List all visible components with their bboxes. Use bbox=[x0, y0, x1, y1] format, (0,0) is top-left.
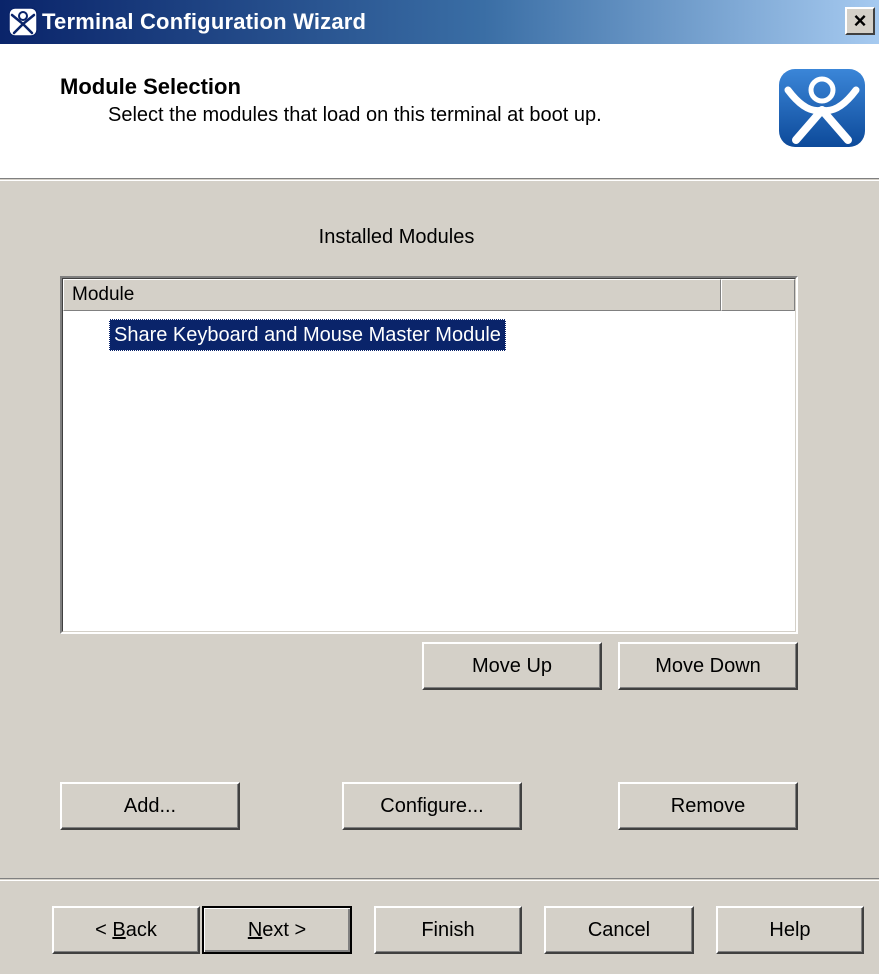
back-prefix: < bbox=[95, 918, 113, 941]
next-rest: ext > bbox=[262, 918, 307, 941]
thinmanager-logo-icon bbox=[6, 5, 40, 39]
add-button[interactable]: Add... bbox=[60, 782, 240, 830]
help-button[interactable]: Help bbox=[716, 906, 864, 954]
move-up-button[interactable]: Move Up bbox=[422, 642, 602, 690]
listview-frame: Module Share Keyboard and Mouse Master M… bbox=[62, 278, 796, 632]
installed-modules-label: Installed Modules bbox=[0, 226, 879, 249]
thinmanager-logo-icon bbox=[776, 66, 868, 150]
header-divider bbox=[0, 178, 879, 181]
back-button[interactable]: < Back bbox=[52, 906, 200, 954]
footer-divider bbox=[0, 878, 879, 881]
remove-button[interactable]: Remove bbox=[618, 782, 798, 830]
back-mnemonic: B bbox=[112, 918, 126, 941]
move-down-button[interactable]: Move Down bbox=[618, 642, 798, 690]
next-mnemonic: N bbox=[247, 918, 263, 941]
listview-header: Module bbox=[63, 279, 795, 311]
finish-button[interactable]: Finish bbox=[374, 906, 522, 954]
column-header-empty[interactable] bbox=[721, 279, 795, 311]
list-item[interactable]: Share Keyboard and Mouse Master Module bbox=[109, 319, 506, 351]
page-title: Module Selection bbox=[60, 74, 241, 99]
back-rest: ack bbox=[125, 918, 157, 941]
wizard-header: Module Selection Select the modules that… bbox=[0, 44, 879, 178]
cancel-button[interactable]: Cancel bbox=[544, 906, 694, 954]
configure-button[interactable]: Configure... bbox=[342, 782, 522, 830]
modules-listview[interactable]: Module Share Keyboard and Mouse Master M… bbox=[60, 276, 798, 634]
installed-modules-caption: Installed Modules bbox=[318, 226, 475, 248]
title-bar: Terminal Configuration Wizard × bbox=[0, 0, 879, 44]
close-button[interactable]: × bbox=[845, 7, 875, 35]
column-header-module[interactable]: Module bbox=[63, 279, 721, 311]
window-title: Terminal Configuration Wizard bbox=[42, 9, 367, 34]
page-subtitle: Select the modules that load on this ter… bbox=[108, 104, 602, 126]
next-button[interactable]: Next > bbox=[202, 906, 352, 954]
